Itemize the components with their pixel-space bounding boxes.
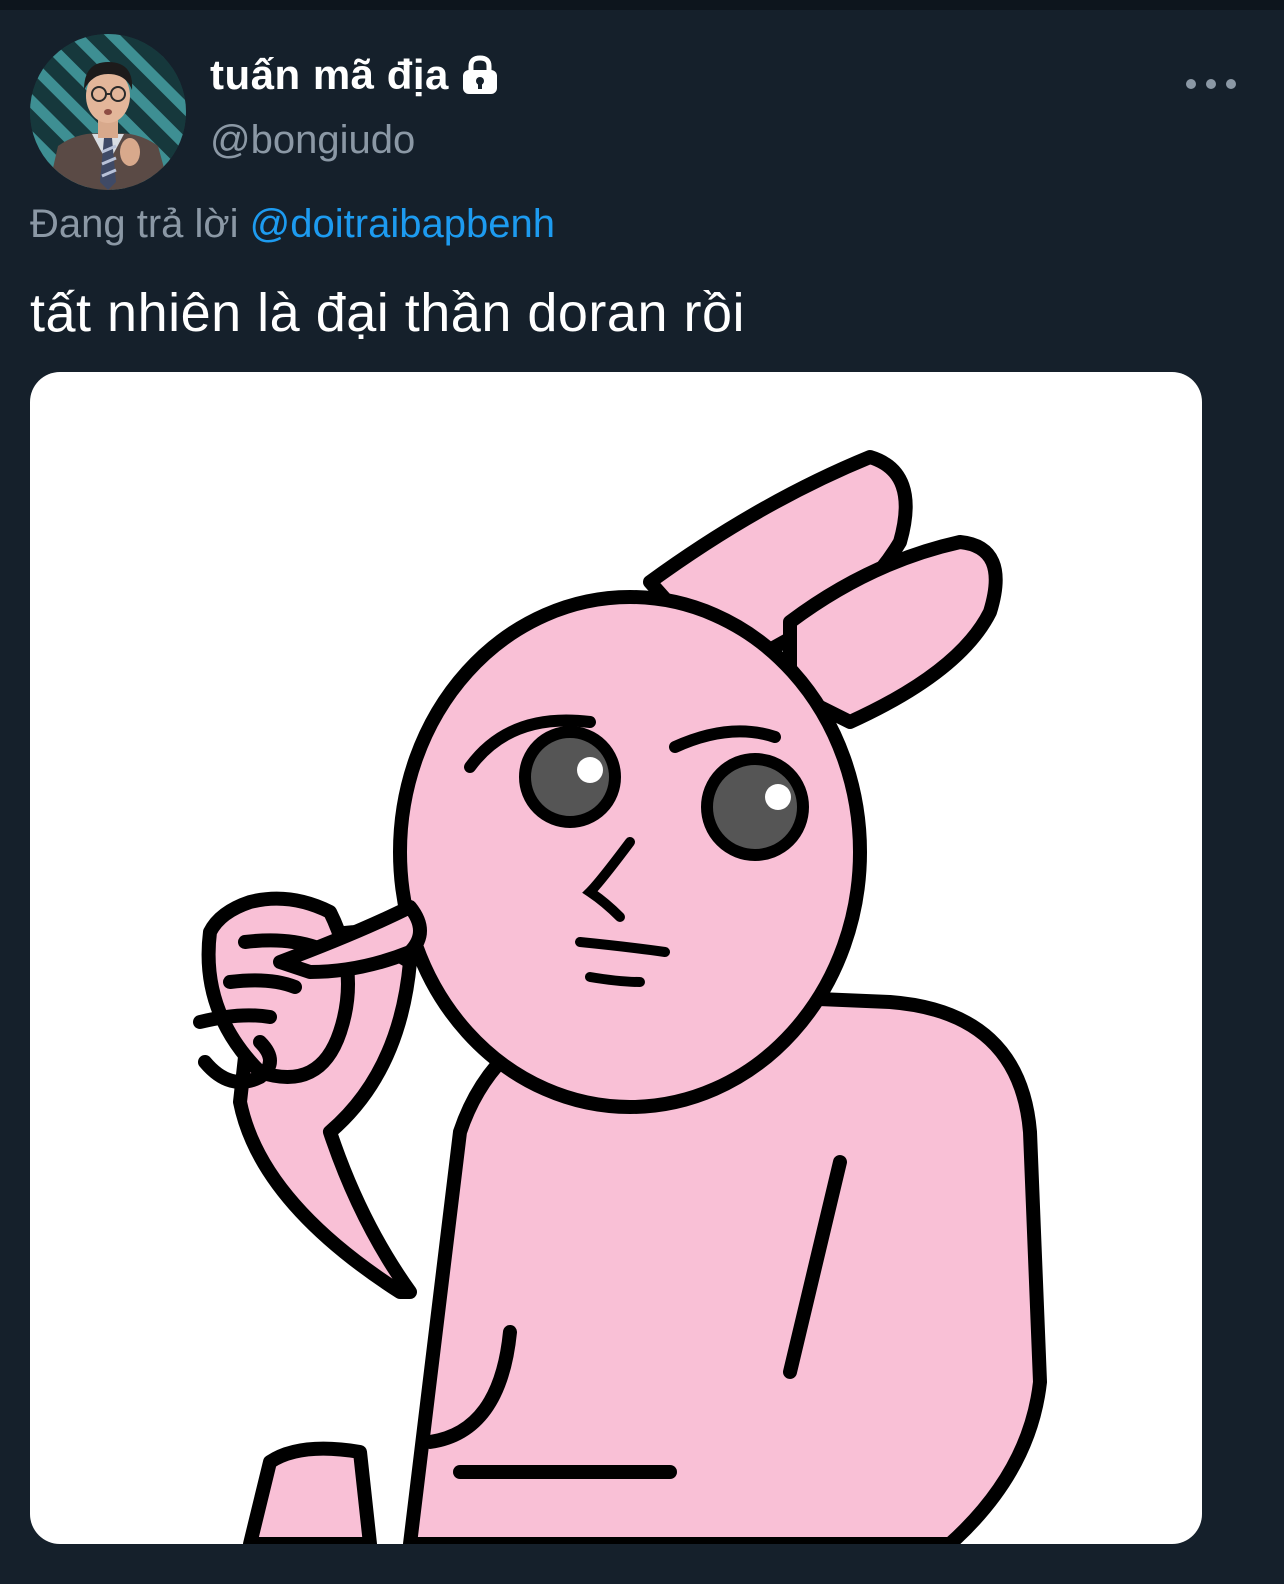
tweet: tuấn mã địa @bongiudo Đang trả lời @doit… bbox=[0, 10, 1284, 1584]
lock-icon bbox=[459, 54, 501, 96]
top-divider bbox=[0, 0, 1284, 10]
user-handle[interactable]: @bongiudo bbox=[210, 118, 415, 163]
tweet-text: tất nhiên là đại thần doran rồi bbox=[30, 283, 745, 343]
reply-prefix: Đang trả lời bbox=[30, 202, 239, 246]
reply-mention-link[interactable]: @doitraibapbenh bbox=[250, 202, 555, 246]
more-options-button[interactable] bbox=[1186, 72, 1236, 96]
pink-bunny-sticker bbox=[193, 450, 1047, 1544]
display-name[interactable]: tuấn mã địa bbox=[210, 51, 449, 99]
avatar[interactable] bbox=[30, 34, 186, 190]
more-dots-icon bbox=[1186, 79, 1196, 89]
reply-context: Đang trả lời @doitraibapbenh bbox=[30, 202, 555, 247]
tweet-media-image[interactable] bbox=[30, 372, 1202, 1544]
display-name-row: tuấn mã địa bbox=[210, 50, 501, 100]
